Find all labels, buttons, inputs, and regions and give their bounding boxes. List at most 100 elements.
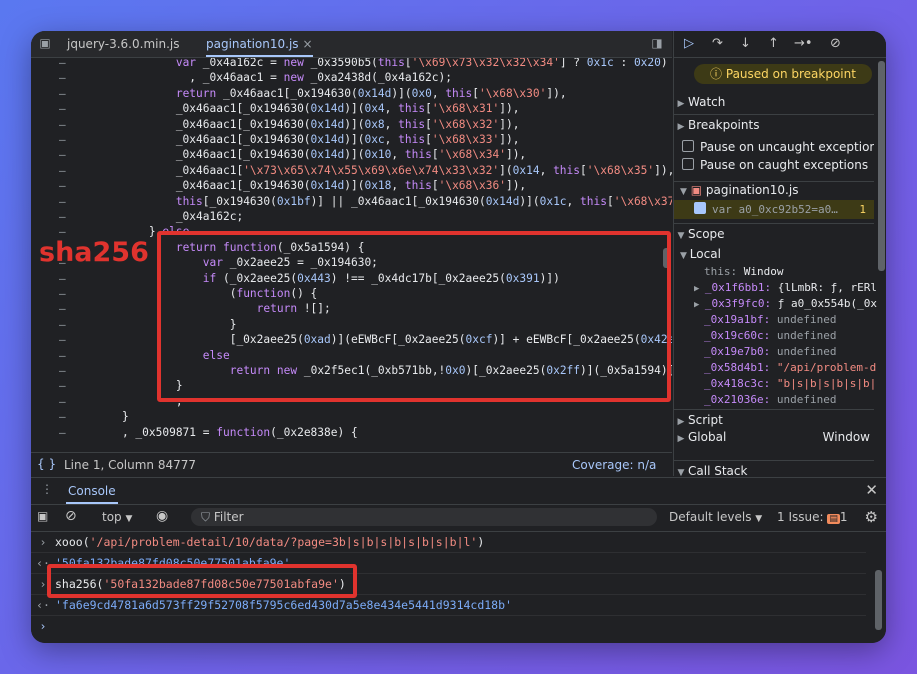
section-label: Global [688, 430, 727, 444]
breakpoint-checkbox[interactable] [694, 202, 706, 214]
console-prompt[interactable]: › [31, 617, 866, 636]
collapse-icon: ▼ [677, 468, 685, 476]
log-levels-dropdown[interactable]: Default levels ▼ [669, 510, 762, 524]
console-drawer: ⋮ Console ✕ ▣ ⊘ top ▼ ◉ ⛉ Filter Default… [31, 477, 886, 643]
console-text: xooo('/api/problem-detail/10/data/?page=… [55, 535, 485, 549]
line-marker: – [59, 71, 66, 85]
devtools-window: ▣ jquery-3.6.0.min.js pagination10.js × ◨… [31, 31, 886, 643]
line-marker: – [59, 133, 66, 146]
scope-value: undefined [776, 393, 837, 406]
filter-input[interactable]: ⛉ Filter [191, 508, 657, 526]
option-label: Pause on uncaught exceptions [700, 140, 874, 154]
breakpoint-code: var a0_0xc92b52=a0… [712, 203, 838, 216]
line-marker: – [59, 148, 66, 162]
resume-icon[interactable]: ▷ [684, 36, 694, 51]
file-icon: ▣ [690, 183, 703, 197]
toggle-debugger-icon[interactable]: ◨ [650, 36, 664, 50]
issues-label: 1 Issue: [777, 510, 824, 524]
breakpoint-file[interactable]: ▼ ▣ pagination10.js [674, 181, 874, 199]
section-callstack[interactable]: ▼ Call Stack [674, 460, 874, 476]
line-marker: – [59, 317, 66, 331]
section-breakpoints[interactable]: ▶ Breakpoints [674, 114, 874, 135]
scope-this[interactable]: this: Window [704, 264, 886, 280]
more-menu-icon[interactable]: ⋮ [41, 482, 53, 496]
debugger-toolbar: ▷ ↷ ↓ ↑ →• ⊘ [674, 31, 886, 58]
code-line: var _0x4a162c = new _0x3590b5(this['\x69… [175, 58, 668, 69]
pretty-print-icon[interactable]: { } [37, 457, 56, 471]
code-line: _0x46aac1[_0x194630(0x14d)](0x4, this['\… [95, 102, 520, 116]
tab-label: jquery-3.6.0.min.js [67, 37, 180, 51]
issues-button[interactable]: 1 Issue: ▤ 1 [777, 510, 848, 524]
collapse-icon: ▼ [677, 231, 685, 241]
deactivate-breakpoints-icon[interactable]: ⊘ [830, 36, 841, 51]
checkbox[interactable] [682, 140, 694, 152]
context-selector[interactable]: top ▼ [102, 510, 132, 524]
coverage-link[interactable]: Coverage: n/a [572, 458, 656, 472]
close-drawer-icon[interactable]: ✕ [865, 481, 878, 499]
step-over-icon[interactable]: ↷ [712, 36, 723, 51]
code-line: _0x46aac1['\x73\x65\x74\x55\x69\x6e\x74\… [95, 163, 672, 177]
scope-variable[interactable]: _0x58d4b1: "/api/problem-d [704, 360, 886, 376]
editor-statusbar: { } Line 1, Column 84777 Coverage: n/a [31, 452, 672, 477]
scope-value: "/api/problem-d [776, 361, 877, 374]
toggle-navigator-icon[interactable]: ▣ [38, 36, 52, 50]
breakpoint-entry[interactable]: var a0_0xc92b52=a0… 1 [674, 200, 874, 219]
clear-console-icon[interactable]: ⊘ [65, 508, 77, 524]
scope-key: _0x1f6bb1: [704, 281, 772, 294]
close-tab-icon[interactable]: × [303, 37, 313, 51]
scope-variable[interactable]: _0x418c3c: "b|s|b|s|b|s|b| [704, 376, 886, 392]
step-out-icon[interactable]: ↑ [768, 36, 779, 51]
pause-caught-option[interactable]: Pause on caught exceptions [674, 157, 874, 174]
line-marker: – [59, 58, 66, 69]
scope-key: this: [704, 265, 738, 278]
console-scrollbar[interactable] [875, 570, 882, 630]
console-settings-gear-icon[interactable]: ⚙ [865, 508, 878, 526]
scope-variable[interactable]: _0x19e7b0: undefined [704, 344, 886, 360]
scope-variable[interactable]: _0x21036e: undefined [704, 392, 886, 408]
code-line: return _0x46aac1[_0x194630(0x14d)](0x0, … [175, 86, 567, 100]
step-into-icon[interactable]: ↓ [740, 36, 751, 51]
code-line: , _0x509871 = function(_0x2e838e) { [95, 425, 358, 439]
live-expression-eye-icon[interactable]: ◉ [156, 508, 168, 524]
section-watch[interactable]: ▶ Watch [674, 92, 874, 112]
scope-variable[interactable]: _0x19a1bf: undefined [704, 312, 886, 328]
scope-local[interactable]: ▼ Local [680, 246, 880, 263]
line-marker: – [59, 394, 66, 408]
tab-console[interactable]: Console [66, 478, 118, 504]
section-global[interactable]: ▶ Global Window [674, 427, 874, 447]
section-label: Call Stack [688, 464, 748, 476]
scope-variable[interactable]: ▶ _0x1f6bb1: {lLmbR: ƒ, rERl [694, 280, 886, 296]
scope-value: undefined [776, 313, 837, 326]
step-icon[interactable]: →• [794, 36, 813, 51]
line-marker: – [59, 117, 66, 131]
console-text: 'fa6e9cd4781a6d573ff29f52708f5795c6ed430… [55, 598, 512, 612]
scope-value: undefined [776, 329, 837, 342]
sidebar-scrollbar[interactable] [878, 61, 885, 271]
tab-pagination10[interactable]: pagination10.js × [206, 31, 313, 57]
collapse-icon: ▼ [680, 187, 687, 197]
code-line: _0x46aac1[_0x194630(0x14d)](0xc, this['\… [95, 133, 520, 146]
section-label: Breakpoints [688, 118, 760, 132]
tab-jquery[interactable]: jquery-3.6.0.min.js [67, 31, 179, 57]
scope-key: _0x19e7b0: [704, 345, 771, 358]
section-scope[interactable]: ▼ Scope [674, 223, 874, 244]
checkbox[interactable] [682, 158, 694, 170]
section-label: Watch [688, 95, 726, 109]
expand-icon: ▶ [677, 122, 685, 132]
code-line: } [95, 410, 129, 424]
info-icon: ⓘ [710, 67, 726, 81]
debugger-sidebar: ▷ ↷ ↓ ↑ →• ⊘ ⓘ Paused on breakpoint ▶ Wat… [673, 31, 886, 476]
sidebar-toggle-icon[interactable]: ▣ [37, 509, 48, 523]
code-line: , _0x46aac1 = new _0xa2438d(_0x4a162c); [95, 71, 452, 85]
cursor-position: Line 1, Column 84777 [64, 458, 197, 472]
console-tabbar: ⋮ Console ✕ [31, 478, 886, 505]
scope-variable[interactable]: _0x19c60c: undefined [704, 328, 886, 344]
pause-uncaught-option[interactable]: Pause on uncaught exceptions [674, 139, 874, 156]
paused-text: Paused on breakpoint [725, 67, 856, 81]
scope-variable[interactable]: ▶ _0x3f9fc0: ƒ a0_0x554b(_0x [694, 296, 886, 312]
console-toolbar: ▣ ⊘ top ▼ ◉ ⛉ Filter Default levels ▼ 1 … [31, 505, 886, 532]
code-line: _0x46aac1[_0x194630(0x14d)](0x18, this['… [95, 179, 527, 193]
scope-value: Window [743, 265, 784, 278]
line-marker: – [59, 425, 66, 439]
section-label: Scope [688, 227, 725, 241]
